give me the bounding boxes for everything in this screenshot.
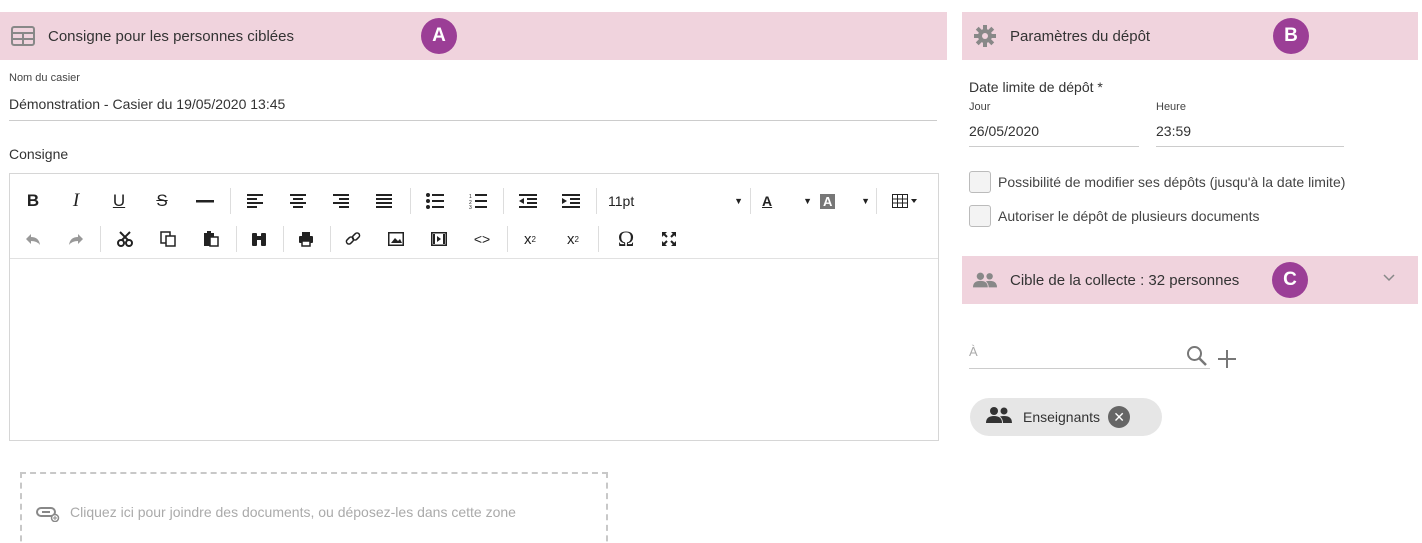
image-icon[interactable] <box>385 225 407 253</box>
indent-icon[interactable] <box>560 187 582 215</box>
hour-underline <box>1156 146 1344 147</box>
highlight-color-button[interactable]: A ▼ <box>820 187 870 215</box>
align-right-icon[interactable] <box>330 187 352 215</box>
toolbar-divider <box>503 188 504 214</box>
subscript-icon[interactable]: x2 <box>519 225 541 253</box>
undo-icon[interactable] <box>22 225 44 253</box>
name-field-label: Nom du casier <box>9 72 80 84</box>
align-justify-icon[interactable] <box>373 187 395 215</box>
gear-icon <box>973 24 997 48</box>
toolbar-divider <box>230 188 231 214</box>
toolbar-divider <box>876 188 877 214</box>
day-input[interactable]: 26/05/2020 <box>969 123 1039 139</box>
multiple-documents-checkbox[interactable] <box>969 205 991 227</box>
copy-icon[interactable] <box>157 225 179 253</box>
strikethrough-button[interactable]: S <box>151 187 173 215</box>
print-icon[interactable] <box>295 225 317 253</box>
font-size-select[interactable]: 11pt ▼ <box>608 187 743 215</box>
bold-button[interactable]: B <box>22 187 44 215</box>
instruction-panel-header: Consigne pour les personnes ciblées <box>0 12 947 60</box>
badge-b: B <box>1273 18 1309 54</box>
superscript-icon[interactable]: x2 <box>562 225 584 253</box>
redo-icon[interactable] <box>65 225 87 253</box>
day-label: Jour <box>969 101 991 113</box>
recipient-search-underline <box>969 368 1210 369</box>
caret-down-icon: ▼ <box>734 196 743 206</box>
toolbar-divider <box>596 188 597 214</box>
align-left-icon[interactable] <box>244 187 266 215</box>
table-list-icon <box>11 24 35 48</box>
badge-a: A <box>421 18 457 54</box>
deadline-label: Date limite de dépôt * <box>969 79 1103 95</box>
instruction-label: Consigne <box>9 146 69 162</box>
highlight-color-label: A <box>820 193 836 209</box>
special-character-icon[interactable]: Ω <box>615 225 637 253</box>
instruction-panel-title: Consigne pour les personnes ciblées <box>48 27 294 45</box>
bullet-list-icon[interactable] <box>424 187 446 215</box>
toolbar-divider <box>330 226 331 252</box>
text-color-button[interactable]: A ▼ <box>762 187 812 215</box>
toolbar-divider <box>507 226 508 252</box>
name-field-input[interactable]: Démonstration - Casier du 19/05/2020 13:… <box>9 96 285 112</box>
font-size-value: 11pt <box>608 193 635 209</box>
cut-icon[interactable] <box>114 225 136 253</box>
badge-c: C <box>1272 262 1308 298</box>
rich-text-editor: B I U S 123 11pt ▼ A ▼ A ▼ <> x 2 x 2 Ω <box>9 173 939 441</box>
italic-button[interactable]: I <box>65 187 87 215</box>
source-code-icon[interactable]: <> <box>471 225 493 253</box>
attachment-icon <box>36 506 60 527</box>
caret-down-icon: ▼ <box>803 196 812 206</box>
svg-text:3: 3 <box>469 205 472 209</box>
paste-icon[interactable] <box>200 225 222 253</box>
toolbar-divider <box>236 226 237 252</box>
group-icon <box>986 406 1012 429</box>
hour-label: Heure <box>1156 101 1186 113</box>
modify-deposits-checkbox[interactable] <box>969 171 991 193</box>
attachment-dropzone[interactable]: Cliquez ici pour joindre des documents, … <box>20 472 608 543</box>
day-underline <box>969 146 1139 147</box>
table-insert-button[interactable] <box>886 187 926 215</box>
toolbar-divider <box>100 226 101 252</box>
settings-panel-title: Paramètres du dépôt <box>1010 27 1151 45</box>
settings-panel-header: Paramètres du dépôt <box>962 12 1418 60</box>
remove-chip-icon[interactable]: ✕ <box>1108 406 1131 428</box>
toolbar-divider <box>598 226 599 252</box>
group-icon <box>973 268 997 292</box>
toolbar-divider <box>410 188 411 214</box>
search-icon[interactable] <box>1186 345 1208 372</box>
media-icon[interactable] <box>428 225 450 253</box>
numbered-list-icon[interactable]: 123 <box>467 187 489 215</box>
add-icon[interactable] <box>1216 348 1238 375</box>
name-field-underline <box>9 120 937 121</box>
horizontal-rule-button[interactable] <box>194 187 216 215</box>
chevron-down-icon[interactable] <box>1382 270 1396 288</box>
text-color-label: A <box>762 193 773 209</box>
chip-label: Enseignants <box>1023 409 1101 425</box>
dropzone-text: Cliquez ici pour joindre des documents, … <box>70 504 516 520</box>
link-icon[interactable] <box>342 225 364 253</box>
modify-deposits-label: Possibilité de modifier ses dépôts (jusq… <box>998 174 1346 190</box>
editor-content-area[interactable] <box>10 259 938 440</box>
hour-input[interactable]: 23:59 <box>1156 123 1191 139</box>
find-replace-icon[interactable] <box>248 225 270 253</box>
multiple-documents-label: Autoriser le dépôt de plusieurs document… <box>998 208 1260 224</box>
target-panel-header[interactable]: Cible de la collecte : 32 personnes <box>962 256 1418 304</box>
recipient-search-input[interactable]: À <box>969 344 978 359</box>
toolbar-divider <box>750 188 751 214</box>
target-panel-title: Cible de la collecte : 32 personnes <box>1010 271 1240 289</box>
toolbar-divider <box>283 226 284 252</box>
caret-down-icon: ▼ <box>861 196 870 206</box>
recipient-chip[interactable]: Enseignants ✕ <box>970 398 1162 436</box>
outdent-icon[interactable] <box>517 187 539 215</box>
underline-button[interactable]: U <box>108 187 130 215</box>
fullscreen-icon[interactable] <box>658 225 680 253</box>
align-center-icon[interactable] <box>287 187 309 215</box>
